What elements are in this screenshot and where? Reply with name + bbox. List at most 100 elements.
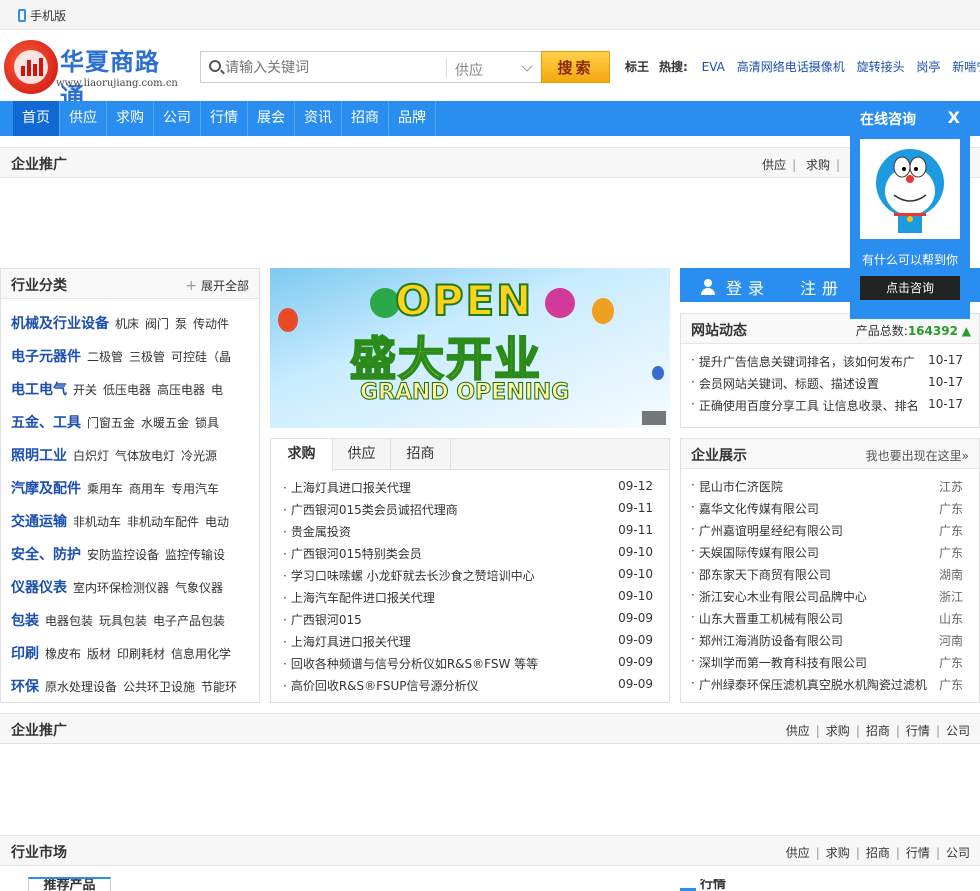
category-item[interactable]: 开关 [73, 383, 97, 397]
category-item[interactable]: 传动件 [193, 317, 229, 331]
search-category-select[interactable]: 供应 [455, 60, 483, 80]
category-item[interactable]: 原水处理设备 [45, 680, 117, 694]
section-link[interactable]: 供应 [786, 724, 810, 738]
company-item[interactable]: · 天娱国际传媒有限公司 广东 [691, 544, 963, 561]
list-item-title[interactable]: 广西银河015 [291, 613, 362, 627]
list-item[interactable]: · 上海灯具进口报关代理 09-12 [283, 479, 653, 496]
category-item[interactable]: 阀门 [145, 317, 169, 331]
category-item[interactable]: 节能环 [201, 680, 237, 694]
tab-invest[interactable]: 招商 [391, 439, 451, 470]
category-item[interactable]: 公共环卫设施 [123, 680, 195, 694]
nav-item-market[interactable]: 行情 [201, 101, 248, 136]
list-item[interactable]: · 上海灯具进口报关代理 09-09 [283, 633, 653, 650]
category-item[interactable]: 二极管 [87, 350, 123, 364]
category-name[interactable]: 五金、工具 [11, 415, 81, 431]
list-item[interactable]: · 广西银河015特别类会员 09-10 [283, 545, 653, 562]
news-item[interactable]: · 提升广告信息关键词排名，该如何发布广 10-17 [691, 353, 963, 370]
list-item[interactable]: · 贵金属投资 09-11 [283, 523, 653, 540]
category-name[interactable]: 电子元器件 [11, 349, 81, 365]
banner-pause-button[interactable] [642, 411, 666, 425]
search-button[interactable]: 搜索 [541, 51, 610, 83]
list-item[interactable]: · 学习口味嗦螺 小龙虾就去长沙食之赞培训中心 09-10 [283, 567, 653, 584]
category-name[interactable]: 环保 [11, 679, 39, 695]
company-item[interactable]: · 昆山市仁济医院 江苏 [691, 478, 963, 495]
category-item[interactable]: 室内环保检测仪器 [73, 581, 169, 595]
category-name[interactable]: 电工电气 [11, 382, 67, 398]
category-name[interactable]: 包装 [11, 613, 39, 629]
hot-label-biaowang[interactable]: 标王 [625, 60, 649, 74]
category-name[interactable]: 印刷 [11, 646, 39, 662]
company-item[interactable]: · 深圳学而第一教育科技有限公司 广东 [691, 654, 963, 671]
news-title[interactable]: 提升广告信息关键词排名，该如何发布广 [699, 353, 919, 370]
section-link[interactable]: 招商 [866, 724, 890, 738]
category-item[interactable]: 非机动车配件 [127, 515, 199, 529]
news-item[interactable]: · 正确使用百度分享工具 让信息收录、排名 10-17 [691, 397, 963, 414]
category-item[interactable]: 气体放电灯 [115, 449, 175, 463]
list-item-title[interactable]: 高价回收R&S®FSUP信号源分析仪 [291, 679, 479, 693]
category-item[interactable]: 电 [211, 383, 223, 397]
hot-word[interactable]: 岗亭 [916, 60, 940, 74]
list-item-title[interactable]: 上海灯具进口报关代理 [291, 481, 411, 495]
category-name[interactable]: 仪器仪表 [11, 580, 67, 596]
company-name[interactable]: 广州嘉谊明星经纪有限公司 [699, 522, 935, 539]
category-item[interactable]: 乘用车 [87, 482, 123, 496]
category-item[interactable]: 气象仪器 [175, 581, 223, 595]
section-link[interactable]: 招商 [866, 846, 890, 860]
company-name[interactable]: 郑州江海消防设备有限公司 [699, 632, 935, 649]
list-item-title[interactable]: 上海汽车配件进口报关代理 [291, 591, 435, 605]
tab-supply[interactable]: 供应 [333, 439, 391, 470]
list-item[interactable]: · 高价回收R&S®FSUP信号源分析仪 09-09 [283, 677, 653, 694]
category-item[interactable]: 信息用化学 [171, 647, 231, 661]
promo-banner[interactable]: OPEN 盛大开业 GRAND OPENING [270, 268, 670, 428]
section-link[interactable]: 行情 [906, 846, 930, 860]
company-item[interactable]: · 山东大晋重工机械有限公司 山东 [691, 610, 963, 627]
category-item[interactable]: 印刷耗材 [117, 647, 165, 661]
category-item[interactable]: 泵 [175, 317, 187, 331]
hot-word[interactable]: EVA [702, 60, 725, 74]
category-name[interactable]: 照明工业 [11, 448, 67, 464]
hot-word[interactable]: 旋转接头 [857, 60, 905, 74]
chevron-down-icon[interactable] [521, 60, 533, 72]
company-item[interactable]: · 浙江安心木业有限公司品牌中心 浙江 [691, 588, 963, 605]
promo-link[interactable]: 供应 [762, 158, 786, 172]
category-item[interactable]: 门窗五金 [87, 416, 135, 430]
category-name[interactable]: 汽摩及配件 [11, 481, 81, 497]
join-showcase-link[interactable]: 我也要出现在这里» [866, 447, 969, 464]
hot-word[interactable]: 高清网络电话摄像机 [737, 60, 845, 74]
category-item[interactable]: 电器包装 [45, 614, 93, 628]
list-item-title[interactable]: 广西银河015特别类会员 [291, 547, 422, 561]
category-item[interactable]: 白炽灯 [73, 449, 109, 463]
company-name[interactable]: 浙江安心木业有限公司品牌中心 [699, 588, 935, 605]
list-item-title[interactable]: 上海灯具进口报关代理 [291, 635, 411, 649]
nav-item-home[interactable]: 首页 [13, 101, 60, 136]
nav-item-buy[interactable]: 求购 [107, 101, 154, 136]
company-name[interactable]: 昆山市仁济医院 [699, 478, 935, 495]
tab-buy[interactable]: 求购 [271, 439, 333, 471]
category-item[interactable]: 非机动车 [73, 515, 121, 529]
company-name[interactable]: 邵东家天下商贸有限公司 [699, 566, 935, 583]
company-name[interactable]: 广州绿泰环保压滤机真空脱水机陶瓷过滤机 [699, 676, 935, 693]
company-name[interactable]: 嘉华文化传媒有限公司 [699, 500, 935, 517]
company-item[interactable]: · 邵东家天下商贸有限公司 湖南 [691, 566, 963, 583]
nav-item-brand[interactable]: 品牌 [389, 101, 436, 136]
category-item[interactable]: 机床 [115, 317, 139, 331]
category-item[interactable]: 电子产品包装 [153, 614, 225, 628]
section-link[interactable]: 行情 [906, 724, 930, 738]
company-item[interactable]: · 广州嘉谊明星经纪有限公司 广东 [691, 522, 963, 539]
list-item[interactable]: · 广西银河015 09-09 [283, 611, 653, 628]
category-item[interactable]: 高压电器 [157, 383, 205, 397]
register-button[interactable]: 注册 [800, 275, 844, 299]
section-link[interactable]: 供应 [786, 846, 810, 860]
list-item[interactable]: · 回收各种频谱与信号分析仪如R&S®FSW 等等 09-09 [283, 655, 653, 672]
category-item[interactable]: 版材 [87, 647, 111, 661]
category-name[interactable]: 交通运输 [11, 514, 67, 530]
news-title[interactable]: 会员网站关键词、标题、描述设置 [699, 375, 919, 392]
site-logo[interactable]: 华夏商路通 www.liaorujiang.com.cn [4, 38, 179, 111]
nav-item-expo[interactable]: 展会 [248, 101, 295, 136]
list-item-title[interactable]: 回收各种频谱与信号分析仪如R&S®FSW 等等 [291, 657, 538, 671]
category-item[interactable]: 监控传输设 [165, 548, 225, 562]
list-item[interactable]: · 上海汽车配件进口报关代理 09-10 [283, 589, 653, 606]
list-item-title[interactable]: 贵金属投资 [291, 525, 351, 539]
category-item[interactable]: 专用汽车 [171, 482, 219, 496]
category-name[interactable]: 安全、防护 [11, 547, 81, 563]
